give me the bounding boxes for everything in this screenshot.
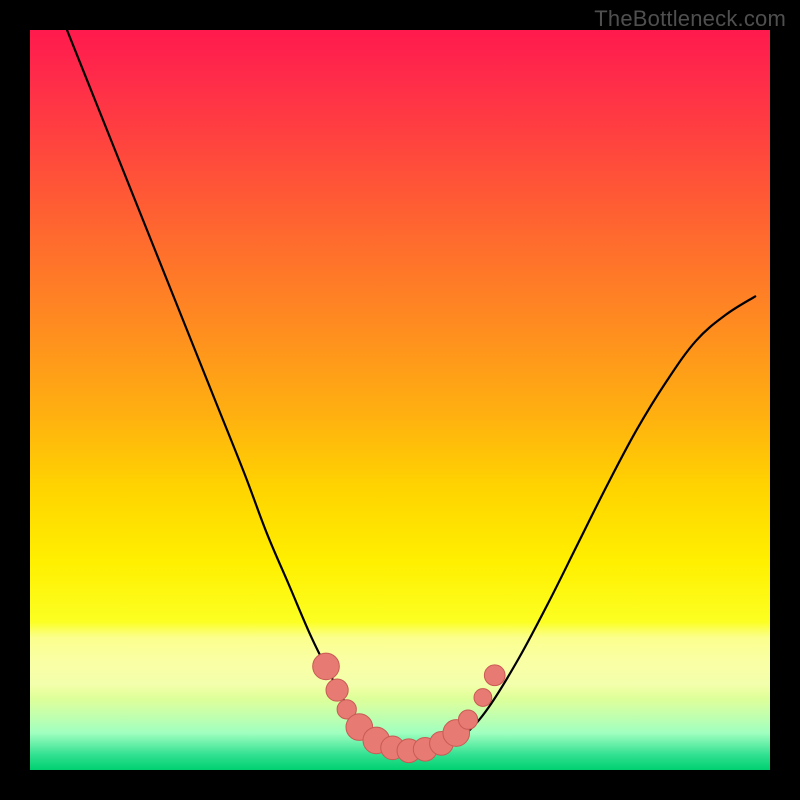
plot-area [30,30,770,770]
bottleneck-curve [30,30,770,770]
chart-frame: TheBottleneck.com [0,0,800,800]
data-marker [458,710,477,729]
watermark-text: TheBottleneck.com [594,6,786,32]
data-marker [326,679,348,701]
data-marker [474,689,492,707]
data-marker [313,653,340,680]
data-marker [484,665,505,686]
